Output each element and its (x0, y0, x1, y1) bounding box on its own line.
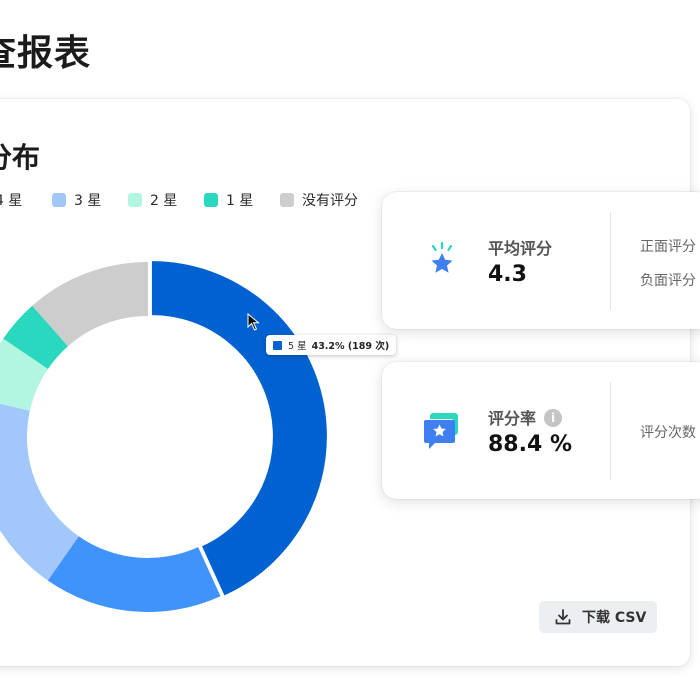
legend-swatch (280, 193, 294, 207)
download-icon (555, 609, 571, 625)
rating-rate-label-row: 评分率 i (488, 405, 563, 429)
negative-rating-label: 负面评分 (640, 273, 696, 289)
legend-item-4-star[interactable]: 4 星 (0, 190, 22, 210)
legend-label: 1 星 (226, 193, 254, 209)
rating-count-label: 评分次数 (640, 425, 696, 441)
rating-chat-icon (424, 413, 458, 449)
rating-rate-value: 88.4 % (488, 432, 572, 457)
legend-label: 没有评分 (302, 193, 358, 209)
download-csv-label: 下载 CSV (582, 610, 647, 626)
mouse-cursor-icon (247, 313, 260, 331)
card-title: 分布 (0, 141, 41, 174)
divider (610, 212, 611, 310)
legend-label: 4 星 (0, 193, 23, 209)
divider (610, 382, 611, 480)
positive-rating-label: 正面评分 (640, 239, 696, 255)
legend-item-no-rating[interactable]: 没有评分 (280, 190, 358, 210)
info-icon[interactable]: i (544, 409, 563, 427)
average-rating-card: 平均评分 4.3 正面评分 负面评分 (382, 192, 700, 329)
average-rating-label: 平均评分 (488, 239, 553, 258)
rating-rate-card: 评分率 i 88.4 % 评分次数 (382, 362, 700, 499)
download-csv-button[interactable]: 下载 CSV (539, 601, 657, 633)
legend-item-1-star[interactable]: 1 星 (204, 190, 253, 210)
sparkle-star-icon (431, 241, 453, 273)
chart-tooltip: 5 星 43.2% (189 次) (266, 335, 397, 355)
page-title: 查报表 (0, 33, 92, 74)
legend-item-2-star[interactable]: 2 星 (128, 190, 177, 210)
legend-item-3-star[interactable]: 3 星 (52, 190, 101, 210)
tooltip-swatch (273, 340, 282, 350)
average-rating-value: 4.3 (488, 262, 527, 287)
tooltip-value: 43.2% (189 次) (311, 341, 390, 352)
legend-swatch (52, 193, 66, 207)
legend-label: 2 星 (150, 193, 178, 209)
legend-swatch (204, 193, 218, 207)
legend-swatch (128, 193, 142, 207)
tooltip-category: 5 星 (288, 341, 307, 352)
legend-label: 3 星 (74, 193, 102, 209)
rating-rate-label: 评分率 (488, 409, 537, 428)
